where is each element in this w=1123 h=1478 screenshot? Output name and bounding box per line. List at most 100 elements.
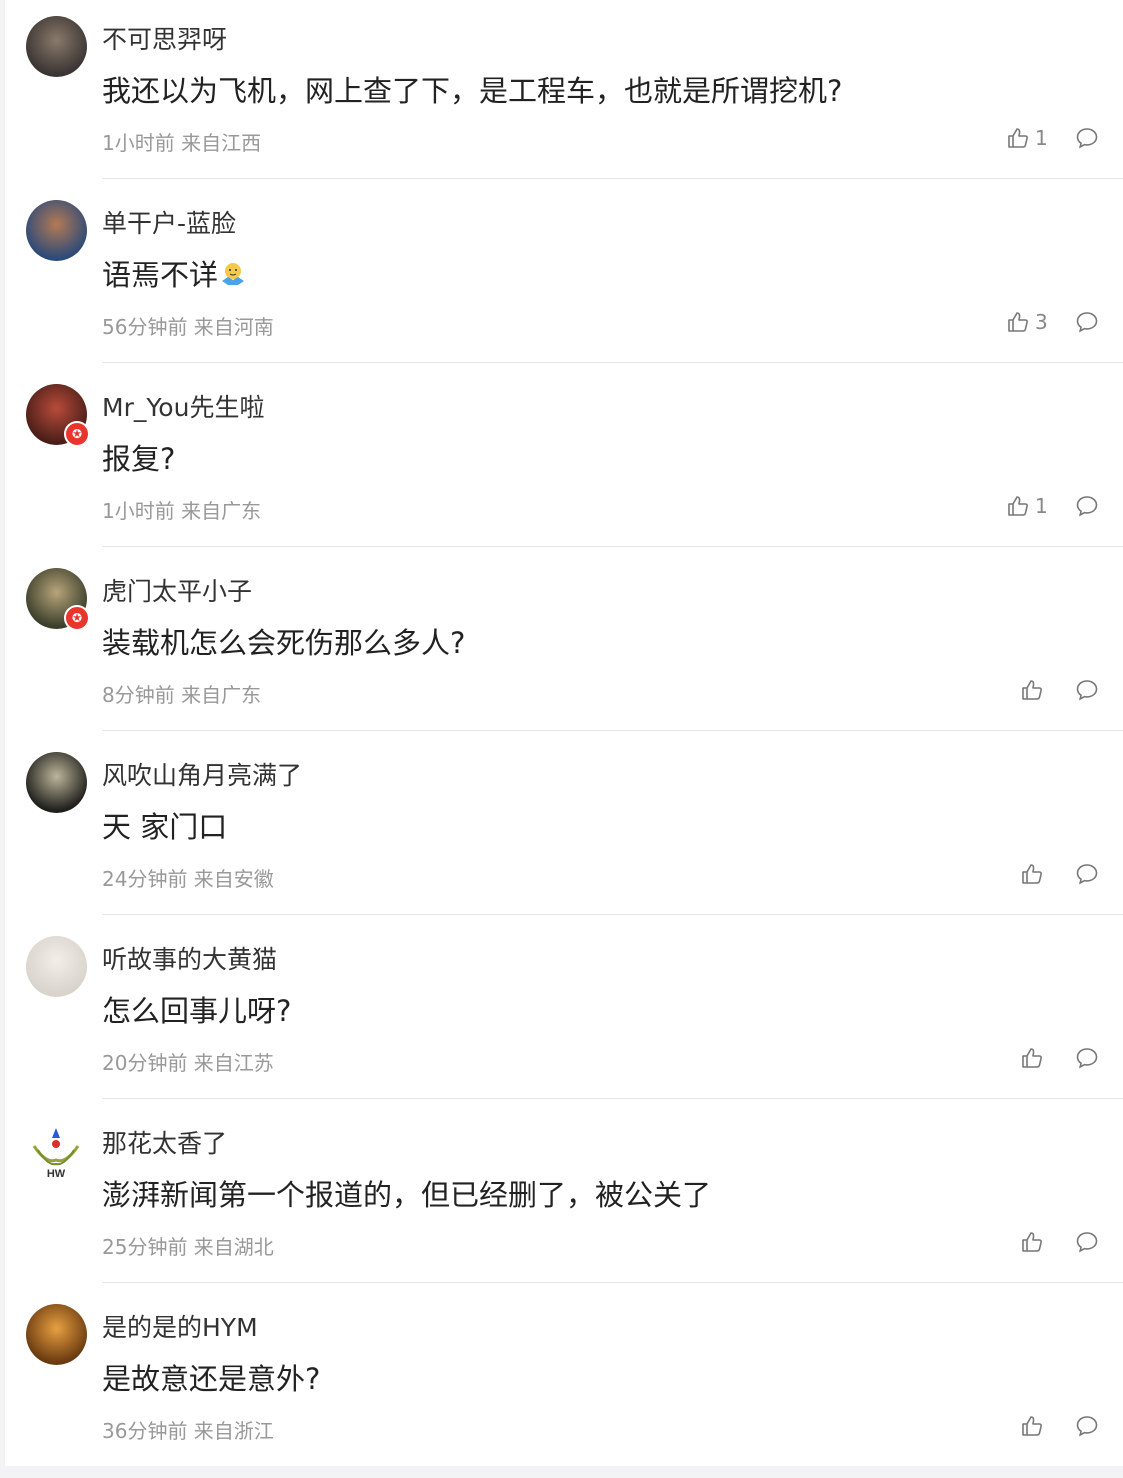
divider — [102, 1098, 1123, 1099]
divider — [102, 1282, 1123, 1283]
comment-meta: 24分钟前 来自安徽 — [102, 867, 274, 891]
thumbs-up-icon — [1006, 494, 1030, 518]
comment-username[interactable]: 听故事的大黄猫 — [102, 940, 277, 976]
avatar[interactable] — [26, 936, 87, 997]
comment-text-content: 怎么回事儿呀? — [102, 994, 292, 1028]
avatar[interactable] — [26, 16, 87, 77]
comment-text: 语焉不详 — [102, 252, 246, 294]
avatar[interactable] — [26, 1304, 87, 1365]
user-avatar-icon — [26, 200, 87, 261]
comment-text-content: 装载机怎么会死伤那么多人? — [102, 626, 466, 660]
avatar[interactable] — [26, 752, 87, 813]
comment-text: 是故意还是意外? — [102, 1356, 320, 1398]
divider — [102, 546, 1123, 547]
comment-item: 风吹山角月亮满了天 家门口 24分钟前 来自安徽 — [5, 736, 1123, 920]
reply-button[interactable] — [1075, 494, 1099, 518]
shrug-emoji-icon — [220, 260, 246, 286]
divider — [102, 362, 1123, 363]
user-avatar-icon — [26, 752, 87, 813]
comment-text: 我还以为飞机，网上查了下，是工程车，也就是所谓挖机? — [102, 68, 842, 110]
divider — [102, 178, 1123, 179]
comment-meta: 36分钟前 来自浙江 — [102, 1419, 274, 1443]
comment-text-content: 天 家门口 — [102, 810, 228, 844]
comment-item: ✪ 虎门太平小子装载机怎么会死伤那么多人? 8分钟前 来自广东 — [5, 552, 1123, 736]
comment-username[interactable]: 那花太香了 — [102, 1124, 227, 1160]
comment-item: HW 那花太香了澎湃新闻第一个报道的，但已经删了，被公关了 25分钟前 来自湖北 — [5, 1104, 1123, 1288]
reply-button[interactable] — [1075, 862, 1099, 886]
thumbs-up-icon — [1020, 1414, 1044, 1438]
comment-text-content: 语焉不详 — [102, 258, 219, 292]
avatar[interactable] — [26, 200, 87, 261]
comment-meta: 20分钟前 来自江苏 — [102, 1051, 274, 1075]
comment-meta: 1小时前 来自江西 — [102, 131, 262, 155]
comment-username[interactable]: 虎门太平小子 — [102, 572, 252, 608]
comment-text: 怎么回事儿呀? — [102, 988, 291, 1030]
reply-button[interactable] — [1075, 1230, 1099, 1254]
reply-button[interactable] — [1075, 678, 1099, 702]
divider — [102, 730, 1123, 731]
like-button[interactable]: 1 — [1006, 124, 1048, 152]
comment-item: 听故事的大黄猫 怎么回事儿呀? 20分钟前 来自江苏 — [5, 920, 1123, 1104]
comment-text-content: 报复? — [102, 442, 176, 476]
comment-text-content: 澎湃新闻第一个报道的，但已经删了，被公关了 — [102, 1178, 712, 1212]
thumbs-up-icon — [1020, 1046, 1044, 1070]
like-count: 1 — [1035, 126, 1048, 150]
reply-button[interactable] — [1075, 310, 1099, 334]
like-button[interactable] — [1020, 860, 1044, 888]
like-button[interactable] — [1020, 1228, 1044, 1256]
comment-text-content: 是故意还是意外? — [102, 1362, 321, 1396]
like-count: 3 — [1035, 310, 1048, 334]
comment-meta: 56分钟前 来自河南 — [102, 315, 274, 339]
user-avatar-icon — [26, 1304, 87, 1365]
comment-bubble-icon — [1075, 680, 1099, 706]
avatar[interactable]: ✪ — [26, 568, 90, 631]
comment-text: 装载机怎么会死伤那么多人? — [102, 620, 465, 662]
comment-text: 天 家门口 — [102, 804, 227, 846]
comment-bubble-icon — [1075, 128, 1099, 154]
like-button[interactable]: 3 — [1006, 308, 1048, 336]
reply-button[interactable] — [1075, 1046, 1099, 1070]
comment-username[interactable]: 不可思羿呀 — [102, 20, 227, 56]
comment-bubble-icon — [1075, 864, 1099, 890]
thumbs-up-icon — [1020, 862, 1044, 886]
user-avatar-icon — [26, 936, 87, 997]
verified-star-icon: ✪ — [64, 605, 90, 631]
comment-bubble-icon — [1075, 496, 1099, 522]
comment-bubble-icon — [1075, 312, 1099, 338]
comment-text: 澎湃新闻第一个报道的，但已经删了，被公关了 — [102, 1172, 711, 1214]
comment-item: ✪ Mr_You先生啦 报复? 1小时前 来自广东 1 — [5, 368, 1123, 552]
avatar[interactable]: HW — [26, 1120, 87, 1181]
divider — [102, 914, 1123, 915]
avatar-label: HW — [47, 1168, 66, 1180]
comment-meta: 8分钟前 来自广东 — [102, 683, 262, 707]
comment-meta: 25分钟前 来自湖北 — [102, 1235, 274, 1259]
comment-bubble-icon — [1075, 1232, 1099, 1258]
comment-list: 不可思羿呀我还以为飞机，网上查了下，是工程车，也就是所谓挖机? 1小时前 来自江西… — [5, 0, 1123, 1466]
like-button[interactable] — [1020, 676, 1044, 704]
like-button[interactable] — [1020, 1412, 1044, 1440]
comment-text-content: 我还以为飞机，网上查了下，是工程车，也就是所谓挖机? — [102, 74, 843, 108]
reply-button[interactable] — [1075, 126, 1099, 150]
user-avatar-icon: HW — [26, 1120, 87, 1181]
reply-button[interactable] — [1075, 1414, 1099, 1438]
like-button[interactable]: 1 — [1006, 492, 1048, 520]
comment-page: 不可思羿呀我还以为飞机，网上查了下，是工程车，也就是所谓挖机? 1小时前 来自江西… — [0, 0, 1123, 1478]
thumbs-up-icon — [1020, 1230, 1044, 1254]
comment-username[interactable]: 是的是的HYM — [102, 1308, 258, 1344]
comment-item: 是的是的HYM 是故意还是意外? 36分钟前 来自浙江 — [5, 1288, 1123, 1472]
comment-item: 单干户-蓝脸 语焉不详 56分钟前 来自河南 3 — [5, 184, 1123, 368]
thumbs-up-icon — [1006, 126, 1030, 150]
like-button[interactable] — [1020, 1044, 1044, 1072]
like-count: 1 — [1035, 494, 1048, 518]
thumbs-up-icon — [1006, 310, 1030, 334]
comment-text: 报复? — [102, 436, 175, 478]
comment-item: 不可思羿呀我还以为飞机，网上查了下，是工程车，也就是所谓挖机? 1小时前 来自江西… — [5, 0, 1123, 184]
avatar[interactable]: ✪ — [26, 384, 90, 447]
comment-username[interactable]: 风吹山角月亮满了 — [102, 756, 302, 792]
user-avatar-icon — [26, 16, 87, 77]
comment-bubble-icon — [1075, 1416, 1099, 1442]
comment-username[interactable]: Mr_You先生啦 — [102, 388, 264, 424]
comment-username[interactable]: 单干户-蓝脸 — [102, 204, 236, 240]
verified-star-icon: ✪ — [64, 421, 90, 447]
comment-meta: 1小时前 来自广东 — [102, 499, 262, 523]
